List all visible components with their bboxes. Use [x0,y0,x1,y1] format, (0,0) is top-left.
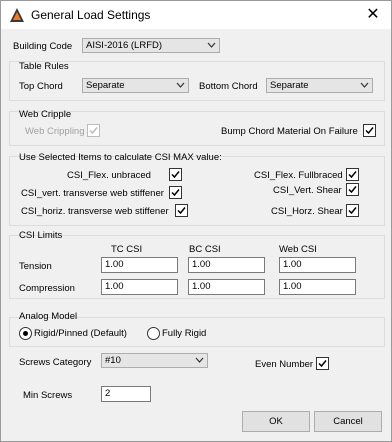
csi-vert-shear-label: CSI_Vert. Shear [273,185,342,196]
screws-category-label: Screws Category [19,357,92,368]
building-code-select[interactable]: AISI-2016 (LRFD) [82,38,220,53]
csi-horiz-transverse-checkbox[interactable] [175,204,188,217]
table-rules-title: Table Rules [19,61,69,72]
checkmark-icon [177,207,186,215]
chevron-down-icon [195,357,204,363]
tension-tc-input[interactable]: 1.00 [101,257,178,273]
csi-horz-shear-label: CSI_Horz. Shear [271,206,343,217]
checkmark-icon [318,360,327,368]
csi-flex-unbraced-checkbox[interactable] [169,168,182,181]
csi-flex-unbraced-label: CSI_Flex. unbraced [67,170,151,181]
rigid-pinned-label: Rigid/Pinned (Default) [34,328,127,339]
chevron-down-icon [207,42,216,48]
chevron-down-icon [176,82,185,88]
checkmark-icon [365,127,374,135]
rigid-pinned-radio[interactable] [19,327,32,340]
min-screws-label: Min Screws [23,390,73,401]
top-chord-select[interactable]: Separate [82,78,189,93]
window-title: General Load Settings [31,8,151,22]
web-crippling-label: Web Crippling [25,126,85,137]
cancel-button[interactable]: Cancel [314,411,382,432]
csi-horiz-transverse-label: CSI_horiz. transverse web stiffener [21,206,169,217]
bump-chord-label: Bump Chord Material On Failure [221,126,358,137]
bottom-chord-value: Separate [270,80,309,91]
bc-csi-header: BC CSI [189,244,221,255]
bump-chord-checkbox[interactable] [363,124,376,137]
ok-button[interactable]: OK [242,411,310,432]
compression-bc-input[interactable]: 1.00 [188,279,265,295]
even-number-label: Even Number [255,359,314,370]
tc-csi-header: TC CSI [111,244,143,255]
checkmark-icon [171,189,180,197]
tension-label: Tension [19,261,52,272]
checkmark-icon [171,171,180,179]
csi-limits-title: CSI Limits [19,230,63,241]
app-logo-icon [10,8,24,22]
screws-category-value: #10 [105,355,121,366]
min-screws-input[interactable]: 2 [101,386,151,402]
checkmark-icon [89,127,98,135]
compression-label: Compression [19,283,75,294]
tension-web-input[interactable]: 1.00 [279,257,356,273]
compression-web-input[interactable]: 1.00 [279,279,356,295]
fully-rigid-radio[interactable] [147,327,160,340]
tension-bc-input[interactable]: 1.00 [188,257,265,273]
csi-flex-fullbraced-label: CSI_Flex. Fullbraced [254,170,343,181]
title-bar: General Load Settings ✕ [1,1,391,29]
building-code-value: AISI-2016 (LRFD) [86,40,163,51]
checkmark-icon [348,171,357,179]
csi-horz-shear-checkbox[interactable] [346,204,359,217]
radio-selected-dot [23,331,28,336]
top-chord-label: Top Chord [19,81,63,92]
top-chord-value: Separate [86,80,125,91]
even-number-checkbox[interactable] [316,357,329,370]
bottom-chord-select[interactable]: Separate [266,78,373,93]
web-crippling-checkbox[interactable] [87,124,100,137]
close-button[interactable]: ✕ [363,5,383,25]
screws-category-select[interactable]: #10 [101,353,208,368]
building-code-label: Building Code [13,41,73,52]
compression-tc-input[interactable]: 1.00 [101,279,178,295]
analog-model-title: Analog Model [19,311,78,322]
general-load-settings-window: General Load Settings ✕ Building Code AI… [0,0,392,442]
checkmark-icon [348,186,357,194]
chevron-down-icon [360,82,369,88]
close-icon: ✕ [366,6,380,23]
bottom-chord-label: Bottom Chord [199,81,258,92]
csi-vert-transverse-label: CSI_vert. transverse web stiffener [21,188,164,199]
web-cripple-title: Web Cripple [19,109,72,120]
csi-items-title: Use Selected Items to calculate CSI MAX … [19,152,222,163]
fully-rigid-label: Fully Rigid [162,328,207,339]
csi-vert-shear-checkbox[interactable] [346,183,359,196]
checkmark-icon [348,207,357,215]
csi-flex-fullbraced-checkbox[interactable] [346,168,359,181]
csi-vert-transverse-checkbox[interactable] [169,186,182,199]
web-csi-header: Web CSI [279,244,317,255]
